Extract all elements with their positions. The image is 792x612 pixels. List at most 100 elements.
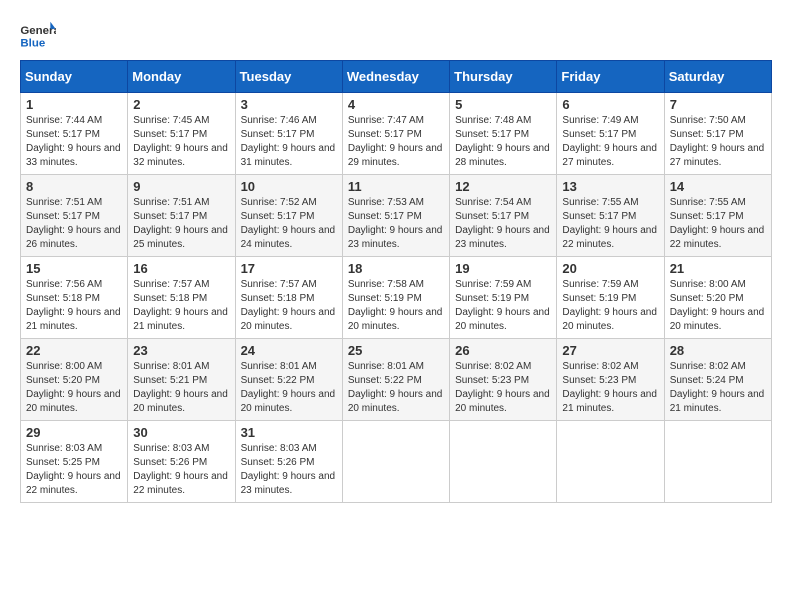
calendar-cell: 19 Sunrise: 7:59 AMSunset: 5:19 PMDaylig… xyxy=(450,257,557,339)
svg-text:Blue: Blue xyxy=(20,37,45,49)
calendar-cell xyxy=(664,421,771,503)
day-info: Sunrise: 7:53 AMSunset: 5:17 PMDaylight:… xyxy=(348,196,444,252)
calendar-cell: 7 Sunrise: 7:50 AMSunset: 5:17 PMDayligh… xyxy=(664,93,771,175)
day-number: 1 xyxy=(26,97,122,112)
day-number: 12 xyxy=(455,179,551,194)
calendar-cell: 15 Sunrise: 7:56 AMSunset: 5:18 PMDaylig… xyxy=(21,257,128,339)
day-info: Sunrise: 8:03 AMSunset: 5:26 PMDaylight:… xyxy=(241,442,337,498)
day-info: Sunrise: 7:55 AMSunset: 5:17 PMDaylight:… xyxy=(562,196,658,252)
day-info: Sunrise: 8:01 AMSunset: 5:22 PMDaylight:… xyxy=(348,360,444,416)
day-number: 8 xyxy=(26,179,122,194)
calendar-cell: 12 Sunrise: 7:54 AMSunset: 5:17 PMDaylig… xyxy=(450,175,557,257)
calendar-cell: 2 Sunrise: 7:45 AMSunset: 5:17 PMDayligh… xyxy=(128,93,235,175)
calendar-cell: 31 Sunrise: 8:03 AMSunset: 5:26 PMDaylig… xyxy=(235,421,342,503)
logo-icon: General Blue xyxy=(20,20,56,50)
logo: General Blue xyxy=(20,20,58,50)
calendar-cell: 10 Sunrise: 7:52 AMSunset: 5:17 PMDaylig… xyxy=(235,175,342,257)
day-number: 17 xyxy=(241,261,337,276)
calendar-cell: 28 Sunrise: 8:02 AMSunset: 5:24 PMDaylig… xyxy=(664,339,771,421)
calendar-cell: 21 Sunrise: 8:00 AMSunset: 5:20 PMDaylig… xyxy=(664,257,771,339)
day-info: Sunrise: 7:51 AMSunset: 5:17 PMDaylight:… xyxy=(133,196,229,252)
calendar-header-monday: Monday xyxy=(128,61,235,93)
day-info: Sunrise: 7:59 AMSunset: 5:19 PMDaylight:… xyxy=(562,278,658,334)
day-number: 29 xyxy=(26,425,122,440)
day-info: Sunrise: 8:02 AMSunset: 5:23 PMDaylight:… xyxy=(455,360,551,416)
day-info: Sunrise: 7:55 AMSunset: 5:17 PMDaylight:… xyxy=(670,196,766,252)
calendar-cell: 26 Sunrise: 8:02 AMSunset: 5:23 PMDaylig… xyxy=(450,339,557,421)
calendar-cell: 23 Sunrise: 8:01 AMSunset: 5:21 PMDaylig… xyxy=(128,339,235,421)
calendar-cell: 3 Sunrise: 7:46 AMSunset: 5:17 PMDayligh… xyxy=(235,93,342,175)
day-info: Sunrise: 8:02 AMSunset: 5:24 PMDaylight:… xyxy=(670,360,766,416)
day-number: 23 xyxy=(133,343,229,358)
day-info: Sunrise: 7:51 AMSunset: 5:17 PMDaylight:… xyxy=(26,196,122,252)
calendar-cell: 6 Sunrise: 7:49 AMSunset: 5:17 PMDayligh… xyxy=(557,93,664,175)
day-number: 16 xyxy=(133,261,229,276)
day-info: Sunrise: 7:49 AMSunset: 5:17 PMDaylight:… xyxy=(562,114,658,170)
day-info: Sunrise: 7:59 AMSunset: 5:19 PMDaylight:… xyxy=(455,278,551,334)
calendar-cell: 1 Sunrise: 7:44 AMSunset: 5:17 PMDayligh… xyxy=(21,93,128,175)
day-number: 6 xyxy=(562,97,658,112)
day-info: Sunrise: 7:46 AMSunset: 5:17 PMDaylight:… xyxy=(241,114,337,170)
calendar-cell: 8 Sunrise: 7:51 AMSunset: 5:17 PMDayligh… xyxy=(21,175,128,257)
day-info: Sunrise: 7:57 AMSunset: 5:18 PMDaylight:… xyxy=(133,278,229,334)
day-number: 20 xyxy=(562,261,658,276)
calendar-cell: 29 Sunrise: 8:03 AMSunset: 5:25 PMDaylig… xyxy=(21,421,128,503)
day-number: 24 xyxy=(241,343,337,358)
day-number: 9 xyxy=(133,179,229,194)
day-info: Sunrise: 8:01 AMSunset: 5:22 PMDaylight:… xyxy=(241,360,337,416)
day-info: Sunrise: 7:52 AMSunset: 5:17 PMDaylight:… xyxy=(241,196,337,252)
calendar-week-row: 1 Sunrise: 7:44 AMSunset: 5:17 PMDayligh… xyxy=(21,93,772,175)
page-header: General Blue xyxy=(20,20,772,50)
calendar-cell xyxy=(342,421,449,503)
calendar-header-tuesday: Tuesday xyxy=(235,61,342,93)
day-info: Sunrise: 7:44 AMSunset: 5:17 PMDaylight:… xyxy=(26,114,122,170)
day-number: 28 xyxy=(670,343,766,358)
day-info: Sunrise: 8:03 AMSunset: 5:26 PMDaylight:… xyxy=(133,442,229,498)
day-number: 13 xyxy=(562,179,658,194)
day-number: 4 xyxy=(348,97,444,112)
calendar-header-sunday: Sunday xyxy=(21,61,128,93)
day-info: Sunrise: 7:45 AMSunset: 5:17 PMDaylight:… xyxy=(133,114,229,170)
calendar-cell: 30 Sunrise: 8:03 AMSunset: 5:26 PMDaylig… xyxy=(128,421,235,503)
calendar-week-row: 8 Sunrise: 7:51 AMSunset: 5:17 PMDayligh… xyxy=(21,175,772,257)
day-number: 18 xyxy=(348,261,444,276)
calendar-cell: 4 Sunrise: 7:47 AMSunset: 5:17 PMDayligh… xyxy=(342,93,449,175)
calendar-cell xyxy=(557,421,664,503)
calendar-cell: 24 Sunrise: 8:01 AMSunset: 5:22 PMDaylig… xyxy=(235,339,342,421)
calendar-cell: 11 Sunrise: 7:53 AMSunset: 5:17 PMDaylig… xyxy=(342,175,449,257)
day-number: 21 xyxy=(670,261,766,276)
day-number: 25 xyxy=(348,343,444,358)
calendar-header-thursday: Thursday xyxy=(450,61,557,93)
day-number: 19 xyxy=(455,261,551,276)
day-info: Sunrise: 8:02 AMSunset: 5:23 PMDaylight:… xyxy=(562,360,658,416)
day-info: Sunrise: 7:48 AMSunset: 5:17 PMDaylight:… xyxy=(455,114,551,170)
day-number: 26 xyxy=(455,343,551,358)
day-info: Sunrise: 7:47 AMSunset: 5:17 PMDaylight:… xyxy=(348,114,444,170)
day-number: 22 xyxy=(26,343,122,358)
calendar-cell: 9 Sunrise: 7:51 AMSunset: 5:17 PMDayligh… xyxy=(128,175,235,257)
calendar-cell: 14 Sunrise: 7:55 AMSunset: 5:17 PMDaylig… xyxy=(664,175,771,257)
day-info: Sunrise: 8:03 AMSunset: 5:25 PMDaylight:… xyxy=(26,442,122,498)
calendar-body: 1 Sunrise: 7:44 AMSunset: 5:17 PMDayligh… xyxy=(21,93,772,503)
calendar-cell: 18 Sunrise: 7:58 AMSunset: 5:19 PMDaylig… xyxy=(342,257,449,339)
day-number: 31 xyxy=(241,425,337,440)
day-number: 10 xyxy=(241,179,337,194)
calendar-header-saturday: Saturday xyxy=(664,61,771,93)
day-number: 30 xyxy=(133,425,229,440)
day-info: Sunrise: 8:01 AMSunset: 5:21 PMDaylight:… xyxy=(133,360,229,416)
calendar-cell: 22 Sunrise: 8:00 AMSunset: 5:20 PMDaylig… xyxy=(21,339,128,421)
calendar-cell xyxy=(450,421,557,503)
calendar-cell: 27 Sunrise: 8:02 AMSunset: 5:23 PMDaylig… xyxy=(557,339,664,421)
day-number: 3 xyxy=(241,97,337,112)
calendar-cell: 5 Sunrise: 7:48 AMSunset: 5:17 PMDayligh… xyxy=(450,93,557,175)
day-number: 5 xyxy=(455,97,551,112)
calendar-cell: 16 Sunrise: 7:57 AMSunset: 5:18 PMDaylig… xyxy=(128,257,235,339)
calendar-cell: 20 Sunrise: 7:59 AMSunset: 5:19 PMDaylig… xyxy=(557,257,664,339)
calendar-header-wednesday: Wednesday xyxy=(342,61,449,93)
day-number: 15 xyxy=(26,261,122,276)
day-number: 14 xyxy=(670,179,766,194)
day-number: 7 xyxy=(670,97,766,112)
calendar-table: SundayMondayTuesdayWednesdayThursdayFrid… xyxy=(20,60,772,503)
calendar-week-row: 29 Sunrise: 8:03 AMSunset: 5:25 PMDaylig… xyxy=(21,421,772,503)
day-info: Sunrise: 8:00 AMSunset: 5:20 PMDaylight:… xyxy=(26,360,122,416)
